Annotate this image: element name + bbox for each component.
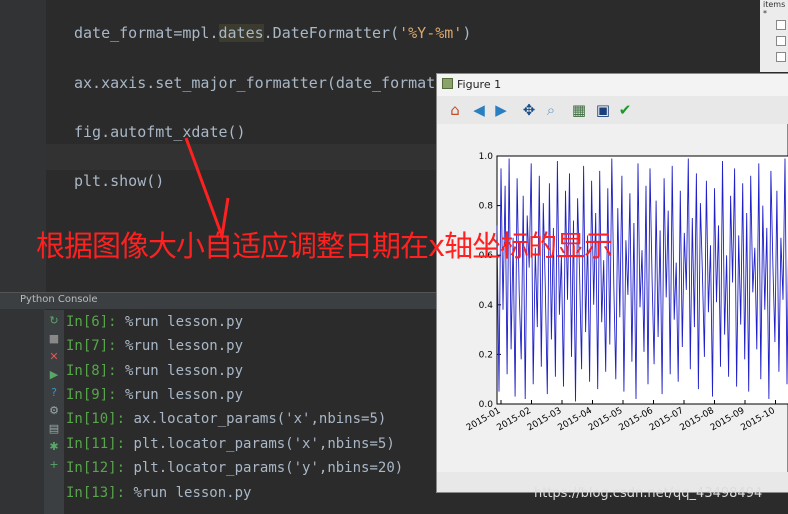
watermark: https://blog.csdn.net/qq_43498494 [534, 486, 763, 501]
arrow-stroke [184, 137, 230, 242]
annotation-text: 根据图像大小自适应调整日期在x轴坐标的显示 [36, 229, 613, 263]
